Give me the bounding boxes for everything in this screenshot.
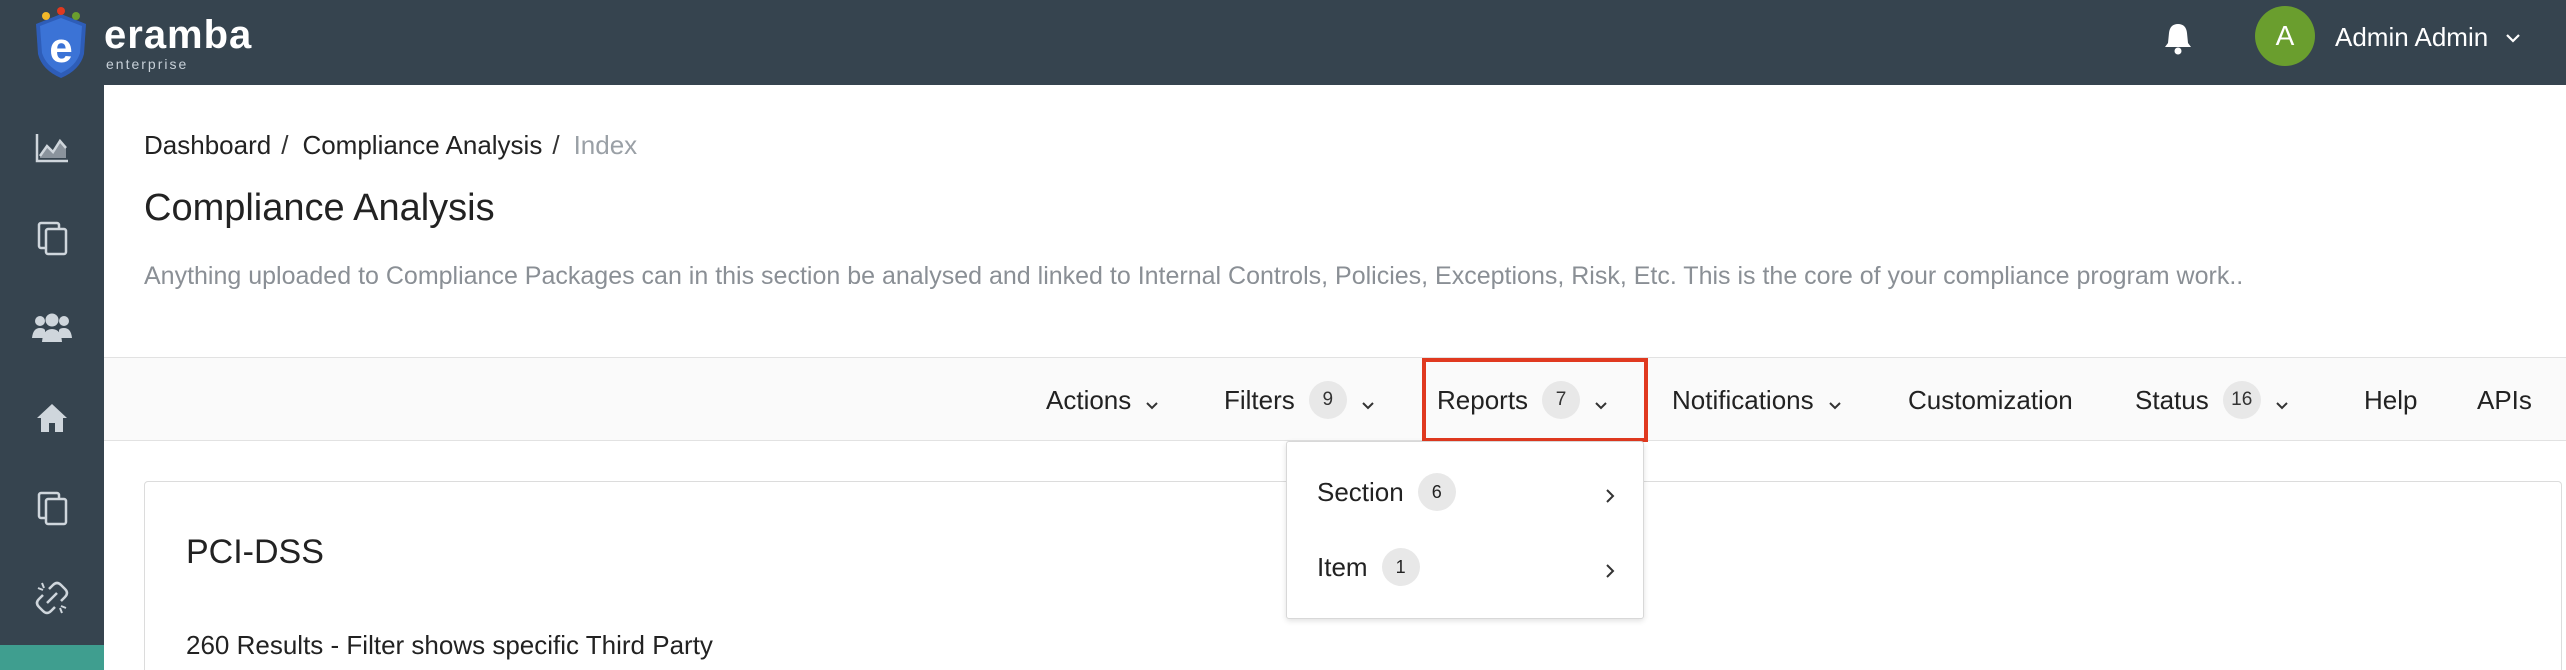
- users-icon: [30, 312, 74, 349]
- reports-menu-item-section[interactable]: Section 6: [1287, 462, 1645, 522]
- home-icon: [34, 401, 70, 440]
- avatar[interactable]: A: [2255, 6, 2315, 66]
- chevron-right-icon: [1603, 482, 1617, 503]
- chevron-down-icon: [1359, 391, 1377, 410]
- actions-menu[interactable]: Actions: [1046, 358, 1161, 442]
- breadcrumb-dashboard[interactable]: Dashboard: [144, 130, 271, 161]
- help-label: Help: [2364, 384, 2418, 415]
- filters-count-badge: 9: [1308, 381, 1347, 419]
- filters-menu[interactable]: Filters 9: [1224, 358, 1377, 442]
- help-button[interactable]: Help: [2364, 358, 2417, 442]
- status-count-badge: 16: [2222, 381, 2261, 419]
- sidebar-item-documents-2[interactable]: [0, 475, 104, 545]
- bell-icon[interactable]: [2160, 20, 2196, 56]
- actions-label: Actions: [1046, 384, 1132, 415]
- customization-label: Customization: [1908, 384, 2073, 415]
- user-name[interactable]: Admin Admin: [2335, 22, 2488, 53]
- customization-button[interactable]: Customization: [1908, 358, 2073, 442]
- reports-menu-item-item[interactable]: Item 1: [1287, 537, 1645, 597]
- brand-name: eramba: [104, 12, 253, 57]
- sidebar-item-users[interactable]: [0, 295, 104, 365]
- sidebar-item-links[interactable]: [0, 565, 104, 635]
- broken-link-icon: [34, 580, 70, 621]
- chevron-down-icon[interactable]: [2503, 28, 2523, 48]
- chevron-right-icon: [1603, 557, 1617, 578]
- logo-badge-icon: e: [30, 6, 92, 80]
- chevron-down-icon: [1143, 391, 1161, 410]
- copy-icon: [35, 220, 69, 261]
- reports-menu-item-label: Item: [1317, 551, 1368, 582]
- breadcrumb: Dashboard / Compliance Analysis / Index: [144, 130, 637, 161]
- notifications-menu[interactable]: Notifications: [1672, 358, 1844, 442]
- notifications-label: Notifications: [1672, 384, 1814, 415]
- status-label: Status: [2135, 384, 2209, 415]
- sidebar-item-documents[interactable]: [0, 205, 104, 275]
- reports-highlight-box: [1422, 358, 1648, 442]
- sidebar: [0, 85, 104, 670]
- brand-edition: enterprise: [106, 55, 189, 72]
- chart-icon: [34, 132, 70, 169]
- card-title: PCI-DSS: [186, 533, 324, 571]
- reports-menu-item-count: 6: [1417, 473, 1456, 511]
- status-menu[interactable]: Status 16: [2135, 358, 2291, 442]
- svg-text:e: e: [49, 24, 72, 71]
- sidebar-item-home[interactable]: [0, 385, 104, 455]
- reports-menu-item-label: Section: [1317, 476, 1404, 507]
- toolbar: Actions Filters 9 Reports 7 Notification…: [104, 357, 2566, 441]
- apis-label: APIs: [2477, 384, 2532, 415]
- chevron-down-icon: [1826, 391, 1844, 410]
- apis-button[interactable]: APIs: [2477, 358, 2532, 442]
- sidebar-accent: [0, 645, 104, 670]
- breadcrumb-separator: /: [552, 130, 560, 160]
- reports-dropdown: Section 6 Item 1: [1286, 441, 1644, 619]
- page-title: Compliance Analysis: [144, 187, 495, 229]
- reports-menu-item-count: 1: [1381, 548, 1420, 586]
- breadcrumb-separator: /: [281, 130, 289, 160]
- breadcrumb-current: Index: [573, 130, 638, 160]
- top-bar: e eramba enterprise A Admin Admin: [0, 0, 2566, 85]
- copy-icon: [35, 490, 69, 531]
- breadcrumb-compliance-analysis[interactable]: Compliance Analysis: [302, 130, 542, 161]
- chevron-down-icon: [2273, 391, 2291, 410]
- eramba-logo[interactable]: e eramba enterprise: [30, 0, 252, 85]
- filters-label: Filters: [1224, 384, 1295, 415]
- page-description: Anything uploaded to Compliance Packages…: [144, 262, 2244, 290]
- card-results-summary: 260 Results - Filter shows specific Thir…: [186, 630, 713, 660]
- sidebar-item-dashboard[interactable]: [0, 115, 104, 185]
